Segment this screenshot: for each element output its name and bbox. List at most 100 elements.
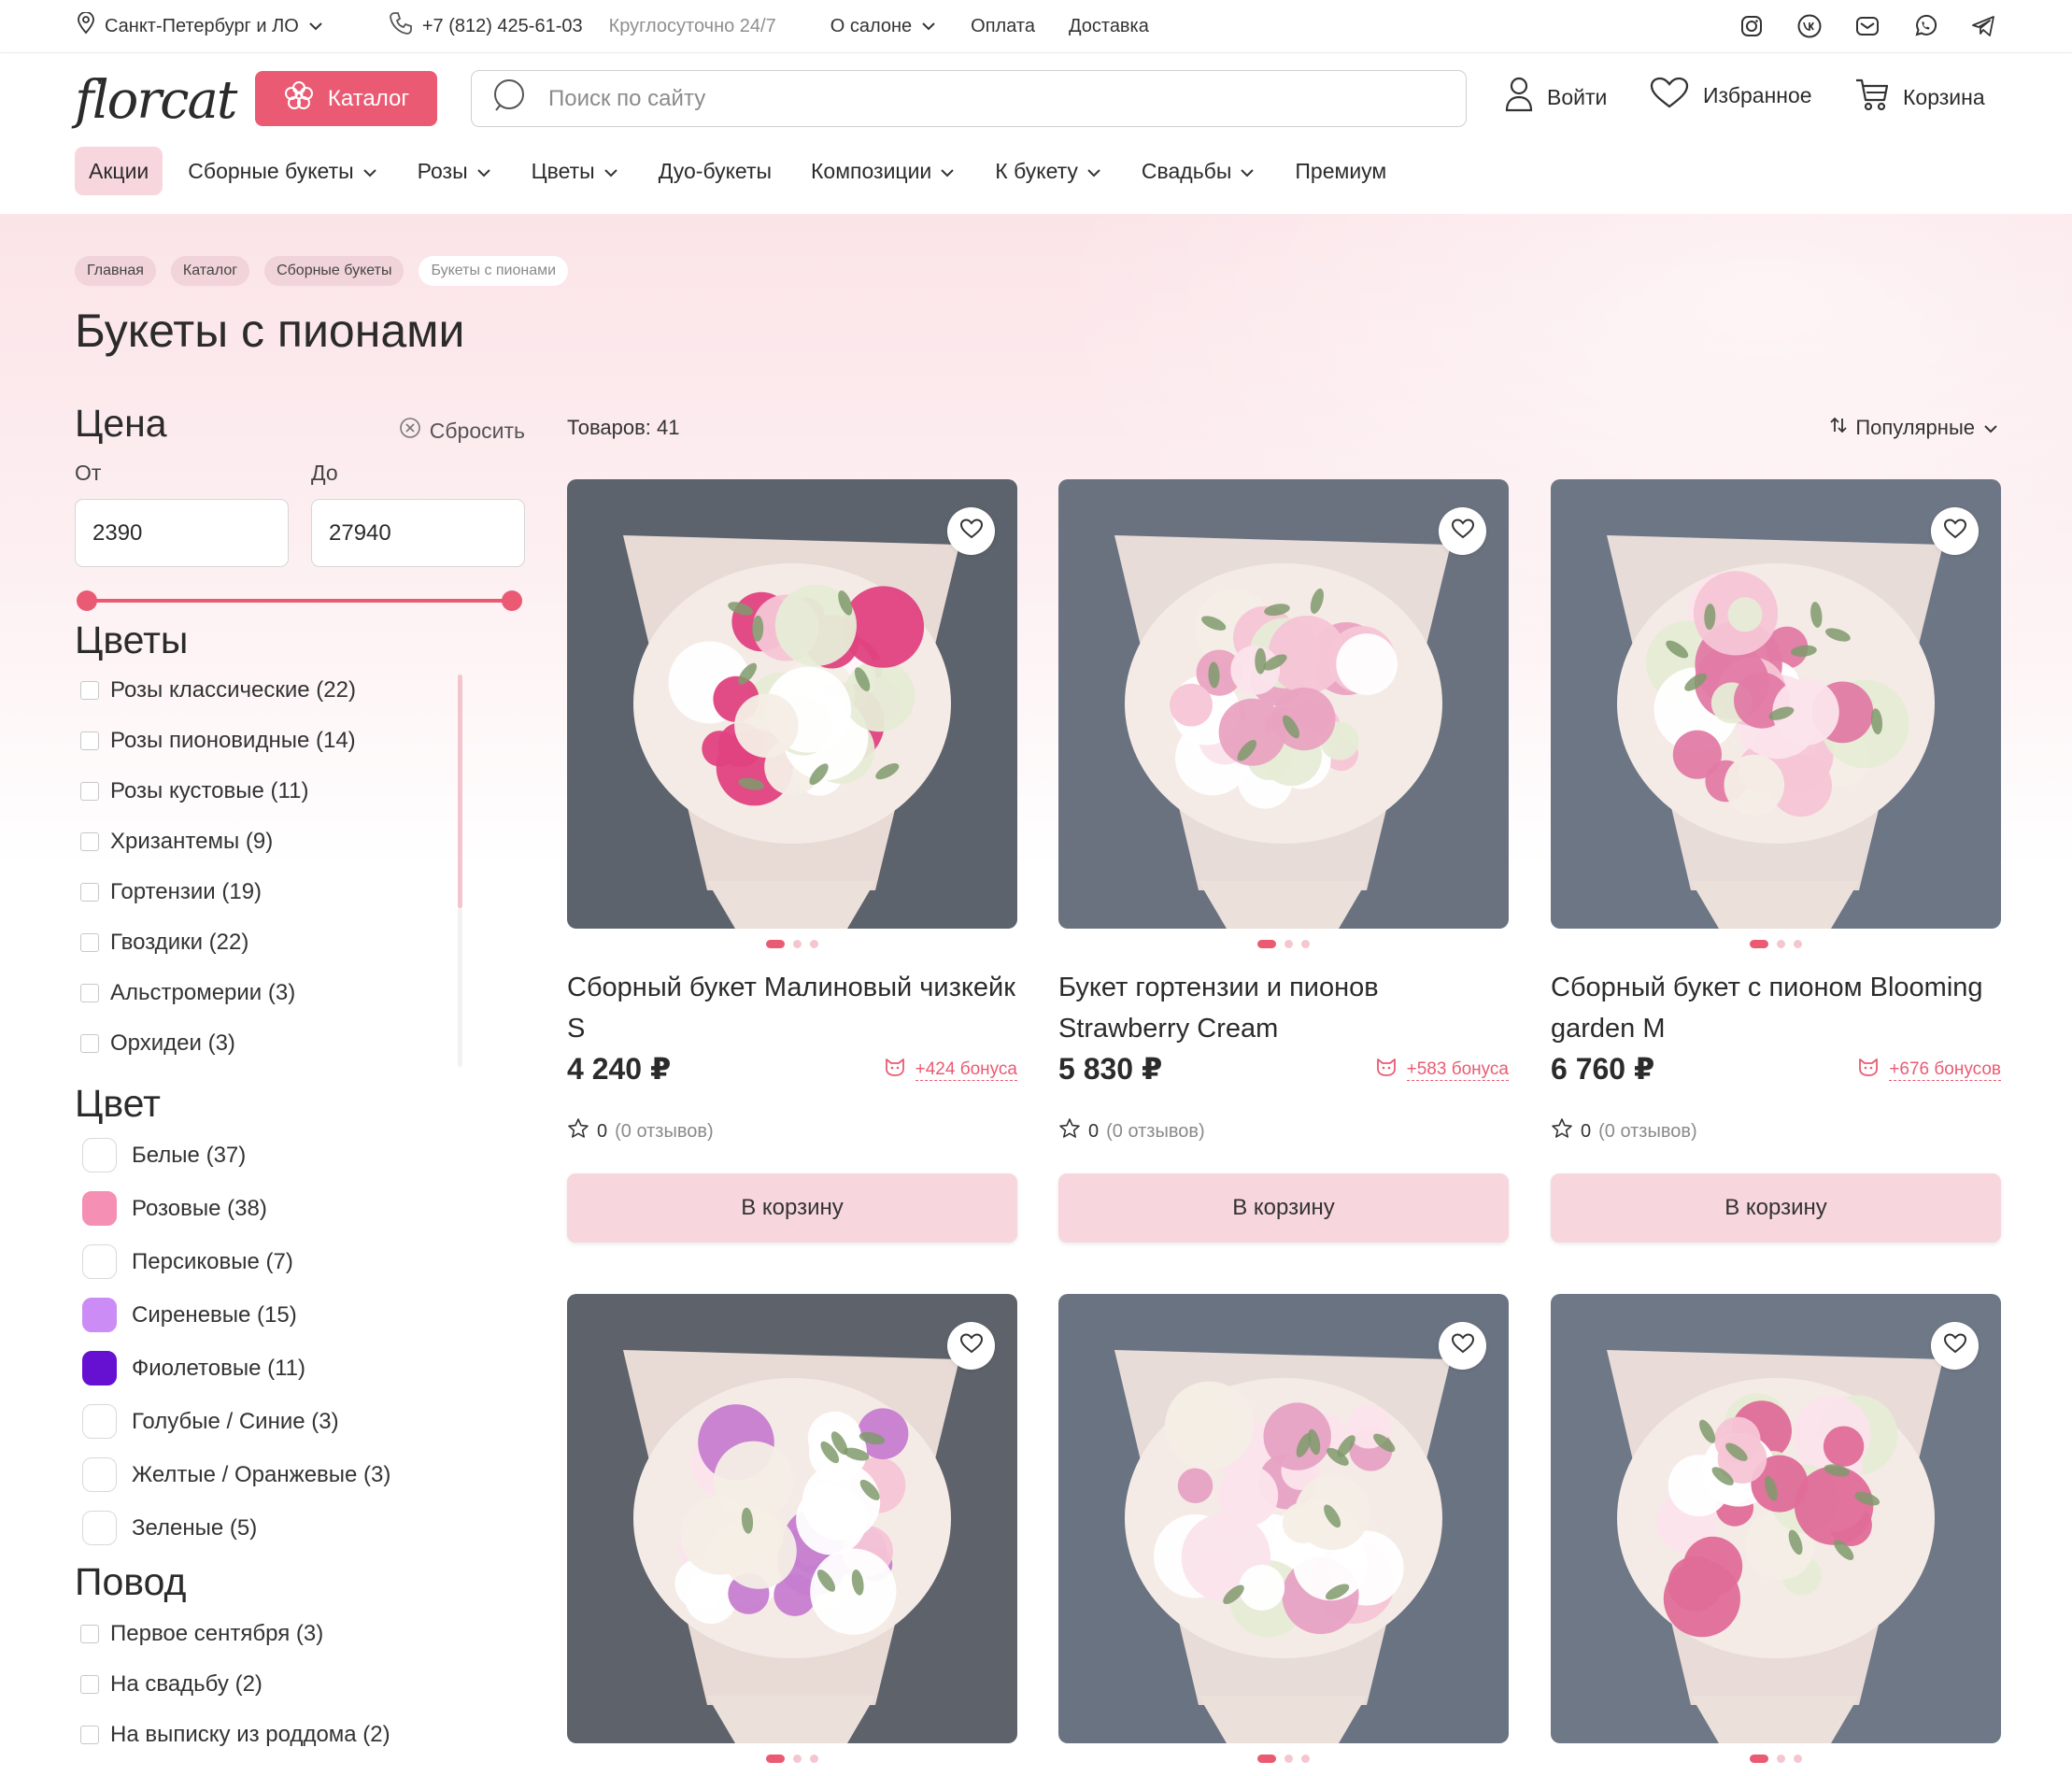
whatsapp-icon[interactable] (1912, 13, 1938, 39)
instagram-icon[interactable] (1738, 13, 1765, 39)
nav-item-compositions[interactable]: Композиции (797, 147, 970, 195)
carousel-dot[interactable] (1301, 940, 1310, 948)
carousel-dot[interactable] (1750, 1755, 1768, 1763)
carousel-dot[interactable] (1794, 940, 1802, 948)
product-name[interactable]: Букет гортензии и пионов Strawberry Crea… (1058, 967, 1509, 1049)
payment-link[interactable]: Оплата (971, 16, 1035, 37)
add-to-cart-button[interactable]: В корзину (1058, 1173, 1509, 1243)
review-count[interactable]: (0 отзывов) (1106, 1121, 1205, 1143)
price-from-input[interactable] (75, 499, 289, 567)
checkbox[interactable] (80, 933, 99, 952)
filter-option[interactable]: Розы пионовидные (14) (80, 716, 356, 766)
color-option[interactable]: Фиолетовые (11) (82, 1342, 390, 1395)
reset-button[interactable]: Сбросить (399, 417, 525, 445)
carousel-dot[interactable] (793, 940, 802, 948)
color-option[interactable]: Голубые / Синие (3) (82, 1395, 390, 1448)
favorite-button[interactable] (1439, 507, 1486, 555)
product-image[interactable] (1551, 479, 2001, 929)
color-swatch[interactable] (82, 1351, 117, 1385)
nav-item-promotions[interactable]: Акции (75, 147, 163, 195)
breadcrumb-home[interactable]: Главная (75, 256, 156, 286)
checkbox[interactable] (80, 1675, 99, 1694)
product-image[interactable] (567, 479, 1017, 929)
product-image[interactable] (1551, 1294, 2001, 1743)
favorite-button[interactable] (1931, 507, 1979, 555)
price-range-min-handle[interactable] (77, 590, 97, 611)
color-swatch[interactable] (82, 1404, 117, 1439)
search-box[interactable] (471, 70, 1467, 127)
nav-item-weddings[interactable]: Свадьбы (1128, 147, 1270, 195)
filter-option[interactable]: Орхидеи (3) (80, 1018, 356, 1069)
filter-option[interactable]: Хризантемы (9) (80, 817, 356, 867)
carousel-dot[interactable] (1284, 1755, 1293, 1763)
checkbox[interactable] (80, 681, 99, 700)
carousel-dot[interactable] (1257, 1755, 1276, 1763)
breadcrumb-catalog[interactable]: Каталог (170, 256, 250, 286)
add-to-cart-button[interactable]: В корзину (567, 1173, 1017, 1243)
nav-item-premium[interactable]: Премиум (1281, 147, 1400, 195)
price-range-max-handle[interactable] (502, 590, 522, 611)
product-name[interactable]: Сборный букет Малиновый чизкейк S (567, 967, 1017, 1049)
sort-dropdown[interactable]: Популярные (1829, 416, 1999, 440)
checkbox[interactable] (80, 883, 99, 902)
carousel-dot[interactable] (1777, 1755, 1785, 1763)
nav-item-duo-bouquets[interactable]: Дуо-букеты (645, 147, 786, 195)
checkbox[interactable] (80, 984, 99, 1002)
checkbox[interactable] (80, 832, 99, 851)
nav-item-to-bouquet[interactable]: К букету (981, 147, 1116, 195)
color-option[interactable]: Розовые (38) (82, 1182, 390, 1235)
carousel-dot[interactable] (766, 1755, 785, 1763)
carousel-dot[interactable] (766, 940, 785, 948)
filter-option[interactable]: Розы кустовые (11) (80, 766, 356, 817)
carousel-dot[interactable] (793, 1755, 802, 1763)
breadcrumb-mixed-bouquets[interactable]: Сборные букеты (264, 256, 404, 286)
color-swatch[interactable] (82, 1191, 117, 1226)
carousel-dot[interactable] (1301, 1755, 1310, 1763)
color-swatch[interactable] (82, 1138, 117, 1172)
carousel-dot[interactable] (1257, 940, 1276, 948)
bonus-badge[interactable]: +583 бонуса (1375, 1057, 1509, 1083)
login-button[interactable]: Войти (1504, 76, 1607, 119)
add-to-cart-button[interactable]: В корзину (1551, 1173, 2001, 1243)
checkbox[interactable] (80, 1726, 99, 1744)
color-swatch[interactable] (82, 1298, 117, 1332)
color-swatch[interactable] (82, 1511, 117, 1545)
filter-option[interactable]: Розы классические (22) (80, 665, 356, 716)
favorite-button[interactable] (1931, 1322, 1979, 1370)
carousel-dot[interactable] (1750, 940, 1768, 948)
mail-icon[interactable] (1854, 13, 1880, 39)
product-image[interactable] (567, 1294, 1017, 1743)
product-name[interactable]: Сборный букет с пионом Blooming garden M (1551, 967, 2001, 1049)
cart-button[interactable]: Корзина (1854, 76, 1985, 119)
review-count[interactable]: (0 отзывов) (1598, 1121, 1697, 1143)
logo[interactable]: florcat (75, 70, 237, 131)
filter-scrollbar[interactable] (458, 675, 462, 908)
about-menu[interactable]: О салоне (830, 16, 937, 37)
filter-option[interactable]: Гортензии (19) (80, 867, 356, 917)
checkbox[interactable] (80, 1034, 99, 1053)
price-to-input[interactable] (311, 499, 525, 567)
carousel-dot[interactable] (810, 1755, 818, 1763)
catalog-button[interactable]: Каталог (255, 71, 437, 126)
color-option[interactable]: Зеленые (5) (82, 1501, 390, 1555)
product-image[interactable] (1058, 1294, 1509, 1743)
location-selector[interactable]: Санкт-Петербург и ЛО (76, 11, 324, 40)
carousel-dot[interactable] (810, 940, 818, 948)
color-option[interactable]: Сиреневые (15) (82, 1288, 390, 1342)
carousel-dot[interactable] (1794, 1755, 1802, 1763)
carousel-dot[interactable] (1777, 940, 1785, 948)
nav-item-flowers[interactable]: Цветы (518, 147, 633, 195)
color-option[interactable]: Персиковые (7) (82, 1235, 390, 1288)
filter-option[interactable]: На свадьбу (2) (80, 1659, 390, 1710)
favorite-button[interactable] (1439, 1322, 1486, 1370)
checkbox[interactable] (80, 782, 99, 801)
product-image[interactable] (1058, 479, 1509, 929)
filter-option[interactable]: Альстромерии (3) (80, 968, 356, 1018)
filter-option[interactable]: Первое сентября (3) (80, 1609, 390, 1659)
checkbox[interactable] (80, 732, 99, 750)
color-option[interactable]: Желтые / Оранжевые (3) (82, 1448, 390, 1501)
carousel-dot[interactable] (1284, 940, 1293, 948)
color-option[interactable]: Белые (37) (82, 1129, 390, 1182)
color-swatch[interactable] (82, 1244, 117, 1279)
favorite-button[interactable] (947, 507, 995, 555)
